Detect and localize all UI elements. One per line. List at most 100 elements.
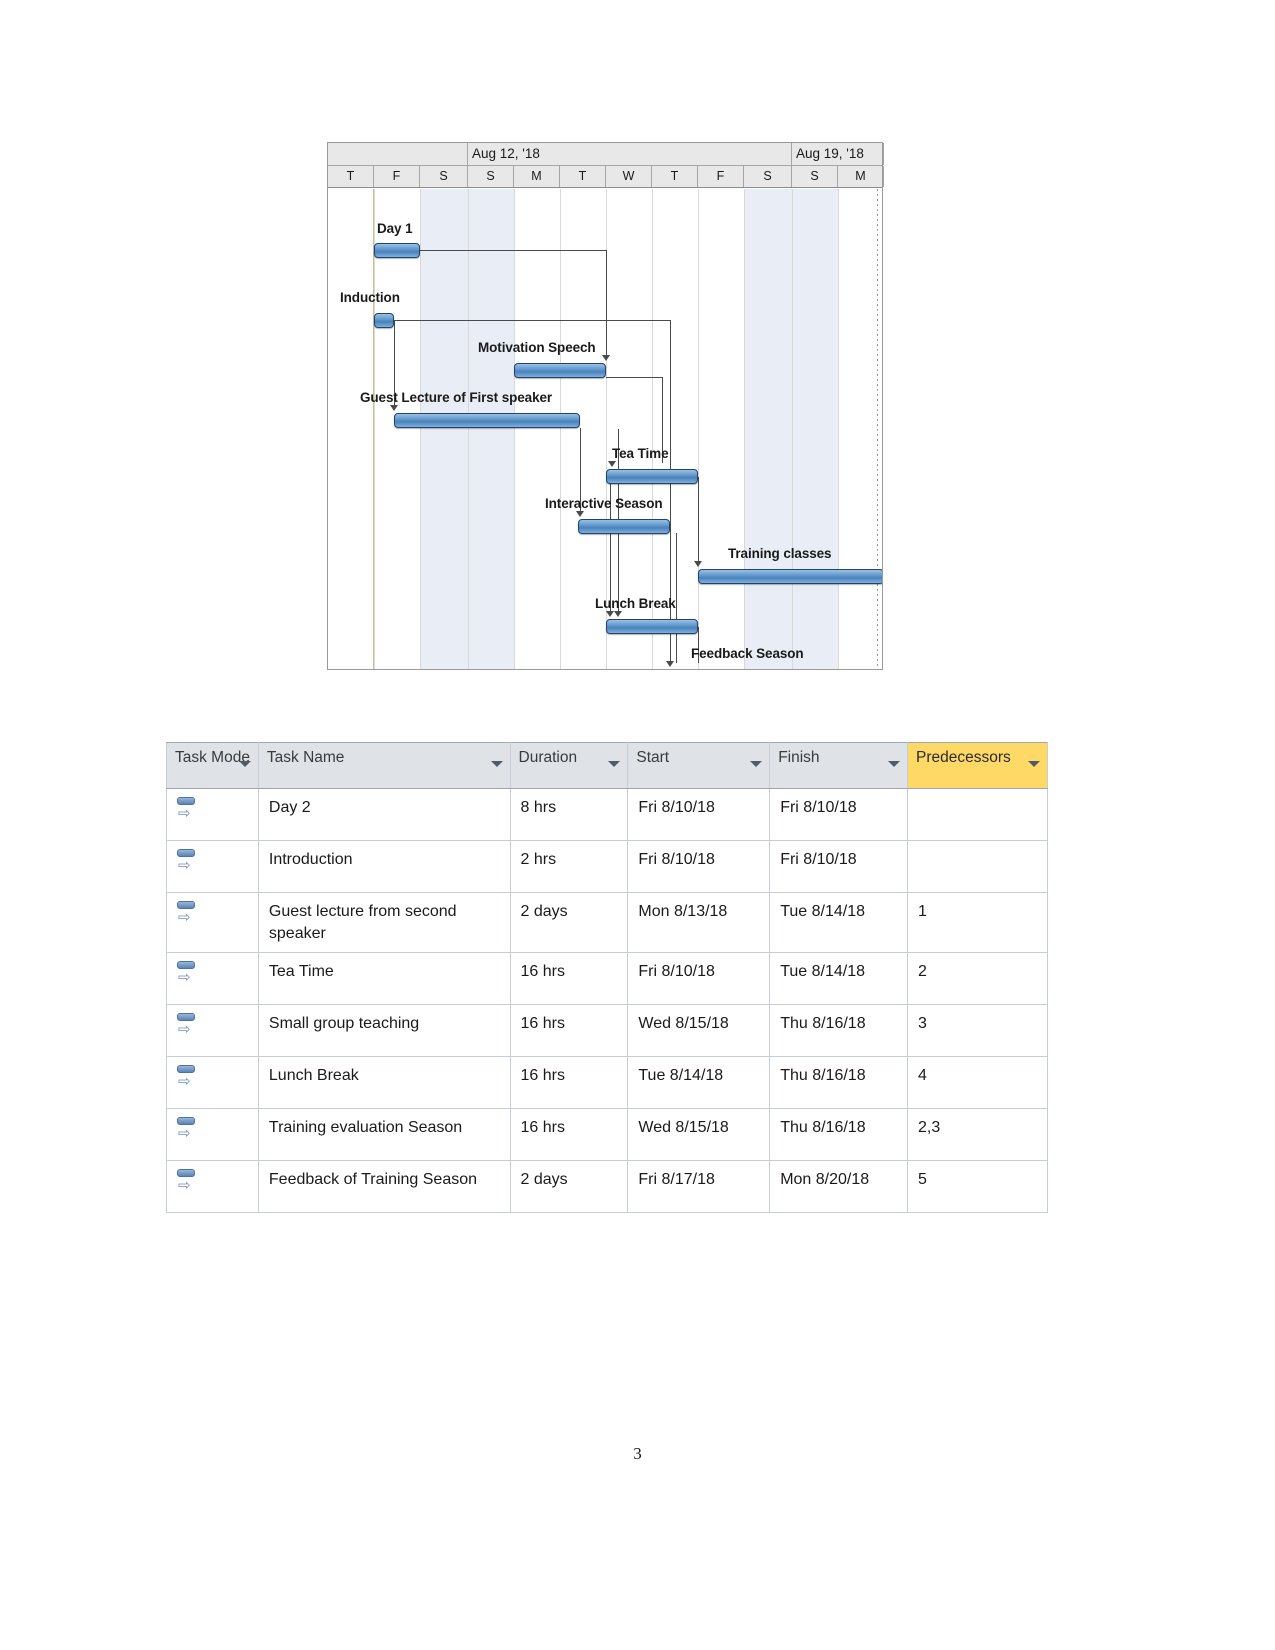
column-header-task-name[interactable]: Task Name: [257, 742, 511, 789]
cell-predecessors[interactable]: 1: [907, 891, 1048, 954]
timescale-week-cell: Aug 19, '18: [792, 143, 884, 165]
chevron-down-icon[interactable]: [238, 761, 251, 767]
chevron-down-icon[interactable]: [490, 761, 503, 767]
table-header-row: Task Mode Task Name Duration Start Finis…: [166, 742, 1048, 789]
gridline: [792, 189, 793, 669]
table-row[interactable]: ⇨ Lunch Break 16 hrs Tue 8/14/18 Thu 8/16/18…: [166, 1056, 1048, 1110]
gantt-bar[interactable]: [606, 469, 698, 484]
cell-task-name[interactable]: Day 2: [257, 788, 511, 841]
cell-start[interactable]: Wed 8/15/18: [627, 1004, 771, 1058]
cell-finish[interactable]: Thu 8/16/18: [769, 1056, 909, 1110]
timescale-day-cell: S: [744, 166, 792, 187]
cell-start[interactable]: Tue 8/14/18: [627, 1056, 771, 1110]
gantt-bar[interactable]: [578, 519, 670, 534]
cell-start[interactable]: Mon 8/13/18: [627, 891, 771, 954]
chevron-down-icon[interactable]: [608, 761, 621, 767]
gantt-bar-label: Tea Time: [612, 446, 669, 461]
gantt-timescale-bottom-tier: TFSSMTWTFSSM: [328, 166, 884, 188]
cell-task-name[interactable]: Guest lecture from second speaker: [257, 891, 511, 954]
chevron-down-icon[interactable]: [888, 761, 901, 767]
column-header-predecessors[interactable]: Predecessors: [907, 742, 1048, 789]
cell-task-mode[interactable]: ⇨: [166, 891, 259, 954]
cell-predecessors[interactable]: [907, 840, 1048, 893]
cell-predecessors[interactable]: 5: [907, 1160, 1048, 1214]
cell-task-mode[interactable]: ⇨: [166, 788, 259, 841]
cell-predecessors[interactable]: 2,3: [907, 1108, 1048, 1162]
gantt-bar[interactable]: [374, 313, 394, 328]
cell-predecessors[interactable]: [907, 788, 1048, 841]
cell-task-name[interactable]: Small group teaching: [257, 1004, 511, 1058]
cell-finish[interactable]: Thu 8/16/18: [769, 1004, 909, 1058]
cell-task-mode[interactable]: ⇨: [166, 1056, 259, 1110]
cell-duration[interactable]: 16 hrs: [509, 1004, 629, 1058]
page-number: 3: [633, 1444, 642, 1463]
cell-predecessors[interactable]: 4: [907, 1056, 1048, 1110]
timescale-week-cell: Aug 12, '18: [468, 143, 792, 165]
task-table-body: ⇨ Day 28 hrs Fri 8/10/18 Fri 8/10/18 ⇨ Introd…: [166, 788, 1048, 1214]
cell-finish[interactable]: Thu 8/16/18: [769, 1108, 909, 1162]
gantt-bar-label: Feedback Season: [691, 646, 804, 661]
cell-task-name[interactable]: Lunch Break: [257, 1056, 511, 1110]
timescale-day-cell: M: [514, 166, 560, 187]
timescale-day-cell: S: [468, 166, 514, 187]
weekend-shade-sun-2: [792, 189, 838, 669]
table-row[interactable]: ⇨ Introduction 2 hrs Fri 8/10/18 Fri 8/10/18: [166, 840, 1048, 893]
column-header-task-mode[interactable]: Task Mode: [166, 742, 259, 789]
cell-predecessors[interactable]: 2: [907, 952, 1048, 1006]
gantt-bar[interactable]: [698, 569, 882, 584]
task-mode-manual-icon: ⇨: [177, 1117, 199, 1141]
dependency-link: [698, 477, 699, 563]
cell-task-mode[interactable]: ⇨: [166, 840, 259, 893]
weekend-shade-sun-1: [468, 189, 514, 669]
cell-duration[interactable]: 16 hrs: [509, 952, 629, 1006]
gantt-bar[interactable]: [606, 619, 698, 634]
timescale-day-cell: S: [792, 166, 838, 187]
table-row[interactable]: ⇨ Training evaluation Season 16 hrs Wed 8/1…: [166, 1108, 1048, 1162]
column-header-start[interactable]: Start: [627, 742, 771, 789]
cell-duration[interactable]: 2 hrs: [509, 840, 629, 893]
gantt-bar[interactable]: [394, 413, 580, 428]
cell-finish[interactable]: Mon 8/20/18: [769, 1160, 909, 1214]
cell-finish[interactable]: Tue 8/14/18: [769, 891, 909, 954]
column-header-duration[interactable]: Duration: [509, 742, 629, 789]
cell-task-mode[interactable]: ⇨: [166, 952, 259, 1006]
cell-predecessors[interactable]: 3: [907, 1004, 1048, 1058]
table-row[interactable]: ⇨ Small group teaching 16 hrs Wed 8/15/18 Th…: [166, 1004, 1048, 1058]
table-row[interactable]: ⇨ Day 28 hrs Fri 8/10/18 Fri 8/10/18: [166, 788, 1048, 841]
gantt-bar[interactable]: [514, 363, 606, 378]
cell-duration[interactable]: 16 hrs: [509, 1108, 629, 1162]
task-mode-manual-icon: ⇨: [177, 797, 199, 821]
cell-duration[interactable]: 2 days: [509, 891, 629, 954]
chart-right-edge-dots: [877, 189, 878, 669]
cell-start[interactable]: Fri 8/10/18: [627, 788, 771, 841]
gridline: [420, 189, 421, 669]
cell-task-mode[interactable]: ⇨: [166, 1004, 259, 1058]
cell-task-mode[interactable]: ⇨: [166, 1160, 259, 1214]
cell-start[interactable]: Fri 8/10/18: [627, 952, 771, 1006]
cell-start[interactable]: Wed 8/15/18: [627, 1108, 771, 1162]
table-row[interactable]: ⇨ Guest lecture from second speaker 2 days…: [166, 891, 1048, 954]
table-row[interactable]: ⇨ Feedback of Training Season 2 days Fri 8/…: [166, 1160, 1048, 1214]
dependency-arrow: [608, 461, 616, 467]
cell-task-name[interactable]: Tea Time: [257, 952, 511, 1006]
cell-finish[interactable]: Tue 8/14/18: [769, 952, 909, 1006]
chevron-down-icon[interactable]: [1028, 761, 1040, 767]
column-header-finish[interactable]: Finish: [769, 742, 909, 789]
cell-duration[interactable]: 16 hrs: [509, 1056, 629, 1110]
cell-task-name[interactable]: Feedback of Training Season: [257, 1160, 511, 1214]
column-header-task-name-label: Task Name: [266, 749, 345, 766]
cell-task-name[interactable]: Introduction: [257, 840, 511, 893]
cell-task-name[interactable]: Training evaluation Season: [257, 1108, 511, 1162]
cell-duration[interactable]: 8 hrs: [509, 788, 629, 841]
gantt-bar[interactable]: [374, 243, 420, 258]
chevron-down-icon[interactable]: [750, 761, 763, 767]
cell-task-mode[interactable]: ⇨: [166, 1108, 259, 1162]
gridline: [838, 189, 839, 669]
gantt-bar-label: Interactive Season: [545, 496, 663, 511]
cell-start[interactable]: Fri 8/10/18: [627, 840, 771, 893]
cell-finish[interactable]: Fri 8/10/18: [769, 840, 909, 893]
cell-finish[interactable]: Fri 8/10/18: [769, 788, 909, 841]
table-row[interactable]: ⇨ Tea Time 16 hrs Fri 8/10/18 Tue 8/14/18 2: [166, 952, 1048, 1006]
cell-duration[interactable]: 2 days: [509, 1160, 629, 1214]
cell-start[interactable]: Fri 8/17/18: [627, 1160, 771, 1214]
